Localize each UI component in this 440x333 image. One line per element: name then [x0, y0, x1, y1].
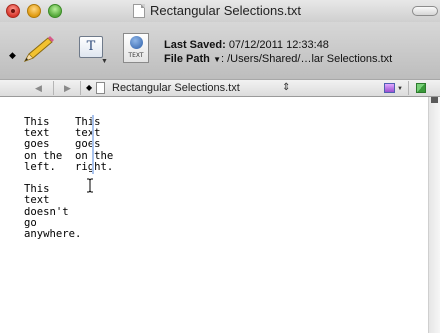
navigation-bar: ◀ ▶ ◆ Rectangular Selections.txt ⇕ ▼ — [0, 79, 440, 97]
ibeam-cursor-icon — [87, 178, 93, 193]
unsaved-dot-icon — [11, 9, 15, 13]
document-popup[interactable]: Rectangular Selections.txt — [112, 82, 240, 95]
text-editor[interactable]: This This text text goes goes on the on … — [0, 97, 428, 333]
pencil-icon[interactable] — [21, 35, 55, 65]
document-window: Rectangular Selections.txt ◆ T ▼ TEXT La… — [0, 0, 440, 333]
file-path-row[interactable]: File Path ▼: /Users/Shared/…lar Selectio… — [164, 52, 392, 67]
last-saved-row: Last Saved: 07/12/2011 12:33:48 — [164, 38, 392, 52]
window-title: Rectangular Selections.txt — [150, 3, 302, 18]
toolbar: ◆ T ▼ TEXT Last Saved: 07/12/2011 12:33:… — [0, 22, 440, 79]
back-button[interactable]: ◀ — [35, 82, 42, 94]
globe-icon — [130, 36, 143, 49]
toolbar-toggle-button[interactable] — [412, 6, 438, 16]
document-icon — [96, 82, 105, 94]
updown-chevron-icon[interactable]: ⇕ — [282, 81, 290, 95]
bookmark-icon[interactable] — [384, 83, 395, 93]
bookmark-dropdown-icon[interactable]: ▼ — [397, 85, 403, 93]
zoom-button[interactable] — [48, 4, 62, 18]
split-view-icon[interactable] — [416, 83, 426, 93]
rectangular-selection-marker — [92, 115, 94, 174]
file-path-label: File Path — [164, 53, 210, 65]
unsaved-bullet-icon: ◆ — [86, 83, 93, 92]
forward-button[interactable]: ▶ — [64, 82, 71, 94]
title-bar[interactable]: Rectangular Selections.txt — [0, 0, 440, 22]
text-encoding-button[interactable]: TEXT — [123, 33, 149, 63]
file-path-value: : /Users/Shared/…lar Selections.txt — [220, 53, 393, 65]
document-proxy-icon[interactable] — [133, 4, 145, 18]
editor-content[interactable]: This This text text goes goes on the on … — [24, 116, 113, 240]
text-style-glyph: T — [86, 39, 96, 54]
file-info: Last Saved: 07/12/2011 12:33:48 File Pat… — [164, 38, 392, 67]
last-saved-value: 07/12/2011 12:33:48 — [228, 39, 329, 51]
text-style-dropdown-icon[interactable]: ▼ — [101, 58, 108, 65]
vertical-scrollbar[interactable] — [428, 97, 440, 333]
close-button[interactable] — [6, 4, 20, 18]
toolbar-bullet-icon: ◆ — [9, 50, 16, 60]
scrollbar-thumb[interactable] — [431, 97, 438, 103]
divider — [53, 81, 54, 95]
divider — [80, 81, 81, 95]
minimize-button[interactable] — [27, 4, 41, 18]
text-encoding-label: TEXT — [128, 52, 144, 59]
last-saved-label: Last Saved: — [164, 39, 226, 51]
divider — [408, 81, 409, 95]
chevron-down-icon[interactable]: ▼ — [211, 55, 221, 64]
text-style-button[interactable]: T — [79, 36, 103, 58]
